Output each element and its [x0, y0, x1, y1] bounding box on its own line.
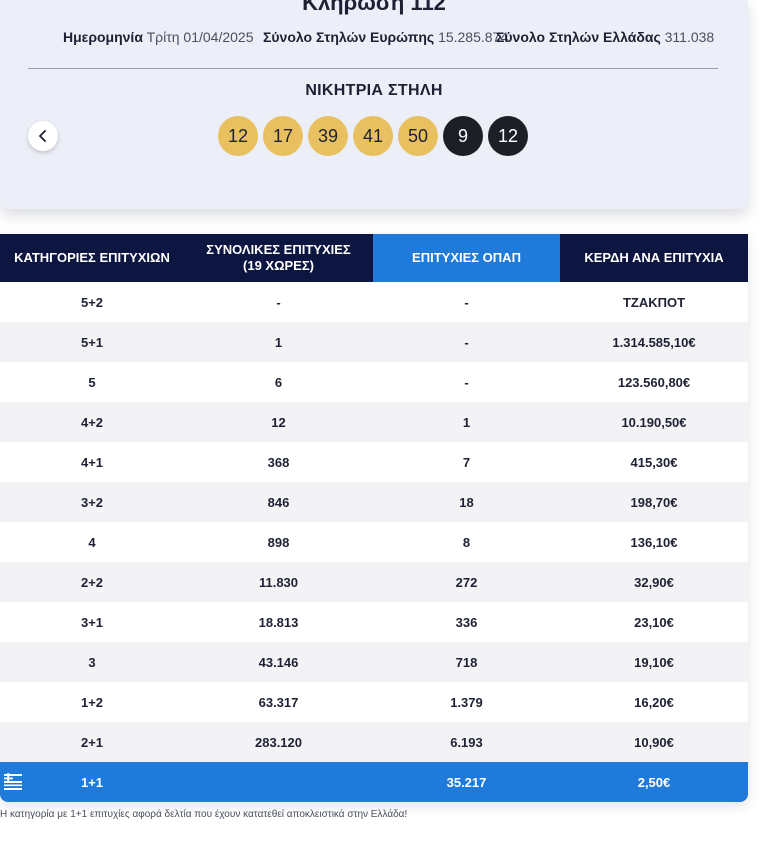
cell-opap-winners: 718 — [455, 654, 478, 670]
cell-prize: 415,30€ — [630, 454, 678, 470]
cell-prize: 19,10€ — [634, 654, 674, 670]
cell-category: 4+1 — [80, 454, 104, 470]
cell-opap-winners: 1 — [462, 414, 471, 430]
cell-total-winners: 6 — [274, 374, 283, 390]
date-label: Ημερομηνία — [63, 29, 143, 45]
cell-prize: 23,10€ — [634, 614, 674, 630]
cell-prize: 10,90€ — [634, 734, 674, 750]
cell-total-winners: 368 — [267, 454, 290, 470]
table-row: 2+2 11.830 272 32,90€ — [0, 562, 748, 602]
chevron-left-icon — [39, 130, 46, 142]
cell-prize: 10.190,50€ — [621, 414, 687, 430]
greece-total: Σύνολο Στηλών Ελλάδας 311.038 — [496, 29, 714, 45]
results-table: ΚΑΤΗΓΟΡΙΕΣ ΕΠΙΤΥΧΙΩΝ ΣΥΝΟΛΙΚΕΣ ΕΠΙΤΥΧΙΕΣ… — [0, 234, 748, 802]
europe-total-label: Σύνολο Στηλών Ευρώπης — [263, 29, 435, 45]
header-categories: ΚΑΤΗΓΟΡΙΕΣ ΕΠΙΤΥΧΙΩΝ — [0, 234, 184, 282]
cell-total-winners: 898 — [267, 534, 290, 550]
table-row: 4+1 368 7 415,30€ — [0, 442, 748, 482]
cell-total-winners: 283.120 — [255, 734, 302, 750]
footer-prize: 2,50€ — [637, 774, 671, 790]
cell-total-winners: 12 — [271, 414, 286, 430]
number-ball: 39 — [308, 116, 348, 156]
header-opap-winners: ΕΠΙΤΥΧΙΕΣ ΟΠΑΠ — [373, 234, 560, 282]
number-ball: 50 — [398, 116, 438, 156]
table-row: 1+2 63.317 1.379 16,20€ — [0, 682, 748, 722]
cell-prize: 123.560,80€ — [617, 374, 691, 390]
cell-opap-winners: - — [464, 334, 469, 350]
number-ball: 12 — [218, 116, 258, 156]
table-row: 4 898 8 136,10€ — [0, 522, 748, 562]
europe-total: Σύνολο Στηλών Ευρώπης 15.285.874 — [263, 29, 508, 45]
cell-category: 5+2 — [80, 294, 104, 310]
cell-opap-winners: 1.379 — [450, 694, 483, 710]
footer-total-winners — [184, 762, 373, 802]
cell-opap-winners: - — [464, 294, 469, 310]
header-total-winners: ΣΥΝΟΛΙΚΕΣ ΕΠΙΤΥΧΙΕΣ (19 ΧΩΡΕΣ) — [184, 234, 373, 282]
cell-prize: ΤΖΑΚΠΟΤ — [622, 294, 686, 310]
cell-total-winners: 846 — [267, 494, 290, 510]
table-row: 3+2 846 18 198,70€ — [0, 482, 748, 522]
star-ball: 9 — [443, 116, 483, 156]
cell-prize: 1.314.585,10€ — [612, 334, 696, 350]
cell-prize: 16,20€ — [634, 694, 674, 710]
previous-draw-button[interactable] — [28, 121, 58, 151]
cell-category: 3 — [88, 654, 96, 670]
divider — [28, 68, 718, 69]
table-row: 5+2 - - ΤΖΑΚΠΟΤ — [0, 282, 748, 322]
cell-opap-winners: 336 — [455, 614, 478, 630]
cell-total-winners: 11.830 — [258, 574, 299, 590]
footnote: Η κατηγορία με 1+1 επιτυχίες αφορά δελτί… — [0, 809, 408, 820]
cell-category: 2+1 — [80, 734, 104, 750]
cell-total-winners: 63.317 — [258, 694, 299, 710]
cell-category: 3+2 — [80, 494, 104, 510]
table-row: 5 6 - 123.560,80€ — [0, 362, 748, 402]
cell-prize: 198,70€ — [630, 494, 678, 510]
cell-category: 1+2 — [80, 694, 104, 710]
cell-total-winners: 43.146 — [258, 654, 299, 670]
table-row: 5+1 1 - 1.314.585,10€ — [0, 322, 748, 362]
cell-category: 4 — [88, 534, 96, 550]
draw-title: Κλήρωση 112 — [302, 0, 446, 15]
cell-opap-winners: 18 — [459, 494, 474, 510]
cell-prize: 32,90€ — [634, 574, 674, 590]
cell-category: 5+1 — [80, 334, 104, 350]
cell-total-winners: 1 — [274, 334, 283, 350]
header-prize: ΚΕΡΔΗ ΑΝΑ ΕΠΙΤΥΧΙΑ — [560, 234, 748, 282]
footer-opap-winners: 35.217 — [446, 774, 487, 790]
cell-opap-winners: 7 — [462, 454, 471, 470]
cell-total-winners: 18.813 — [258, 614, 299, 630]
draw-date: Ημερομηνία Τρίτη 01/04/2025 — [63, 29, 253, 45]
greece-only-row: 1+1 35.217 2,50€ — [0, 762, 748, 802]
cell-prize: 136,10€ — [630, 534, 678, 550]
draw-card: Κλήρωση 112 Ημερομηνία Τρίτη 01/04/2025 … — [0, 0, 748, 209]
cell-opap-winners: 8 — [462, 534, 471, 550]
greece-total-label: Σύνολο Στηλών Ελλάδας — [496, 29, 661, 45]
date-value: Τρίτη 01/04/2025 — [146, 29, 254, 45]
cell-category: 3+1 — [80, 614, 104, 630]
winning-column-label: ΝΙΚΗΤΡΙΑ ΣΤΗΛΗ — [305, 82, 443, 99]
header-total-winners-text: ΣΥΝΟΛΙΚΕΣ ΕΠΙΤΥΧΙΕΣ (19 ΧΩΡΕΣ) — [206, 242, 351, 273]
table-row: 2+1 283.120 6.193 10,90€ — [0, 722, 748, 762]
number-ball: 41 — [353, 116, 393, 156]
greece-total-value: 311.038 — [664, 29, 715, 45]
table-header: ΚΑΤΗΓΟΡΙΕΣ ΕΠΙΤΥΧΙΩΝ ΣΥΝΟΛΙΚΕΣ ΕΠΙΤΥΧΙΕΣ… — [0, 234, 748, 282]
table-row: 3+1 18.813 336 23,10€ — [0, 602, 748, 642]
star-ball: 12 — [488, 116, 528, 156]
cell-opap-winners: 272 — [455, 574, 478, 590]
cell-category: 4+2 — [80, 414, 104, 430]
table-row: 4+2 12 1 10.190,50€ — [0, 402, 748, 442]
number-ball: 17 — [263, 116, 303, 156]
cell-category: 2+2 — [80, 574, 104, 590]
cell-total-winners: - — [276, 294, 281, 310]
cell-opap-winners: - — [464, 374, 469, 390]
cell-category: 5 — [88, 374, 96, 390]
footer-category: 1+1 — [80, 774, 104, 790]
table-row: 3 43.146 718 19,10€ — [0, 642, 748, 682]
cell-opap-winners: 6.193 — [450, 734, 483, 750]
